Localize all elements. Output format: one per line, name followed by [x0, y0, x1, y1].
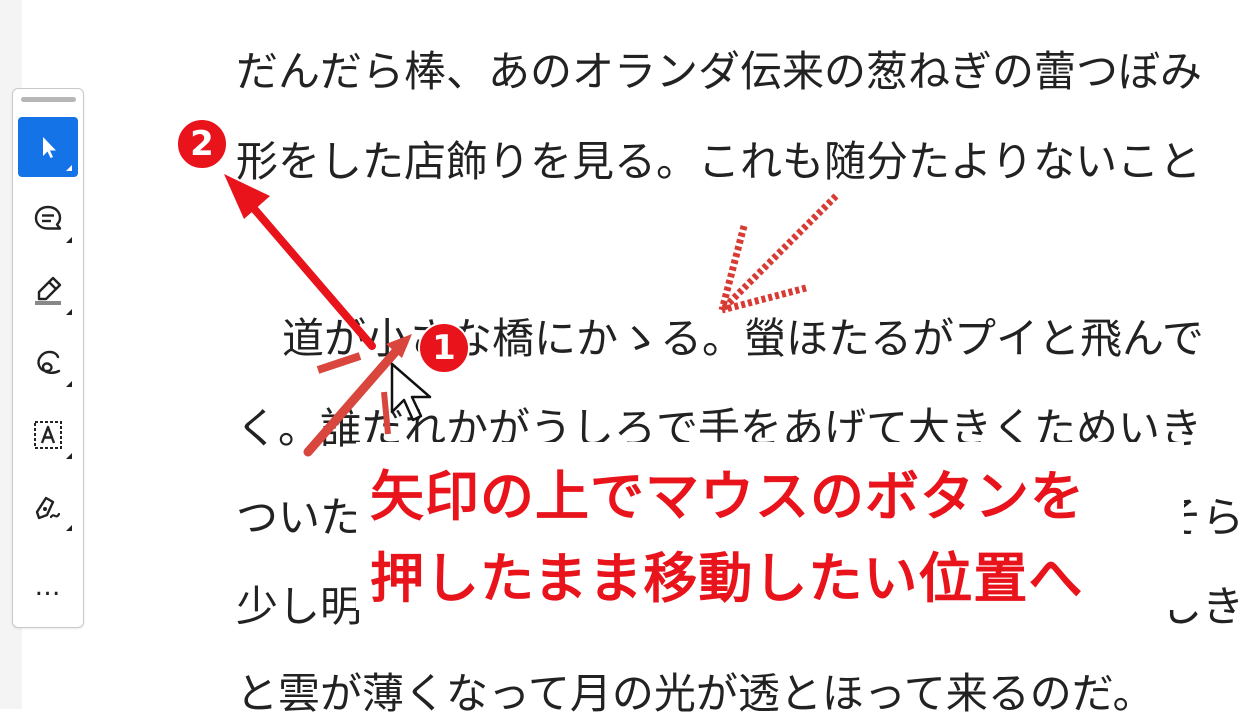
signature-pen-icon — [35, 496, 61, 520]
toolbar-drag-handle[interactable] — [21, 97, 76, 102]
floating-toolbar: … — [12, 88, 84, 628]
draw-tool-button[interactable] — [18, 333, 78, 393]
document-line-6-start: 少し明 — [236, 582, 363, 631]
callout-line-1: 矢印の上でマウスのボタンを — [370, 465, 1085, 528]
comment-bubble-icon — [34, 205, 62, 230]
freehand-draw-icon — [37, 350, 61, 374]
text-tool-button[interactable] — [18, 405, 78, 465]
document-line-7: と雲が薄くなって月の光が透とほって来るのだ。 — [236, 669, 1155, 718]
step-badge-1: 1 — [418, 322, 470, 374]
select-tool-button[interactable] — [18, 117, 78, 177]
document-line-5-start: ついた — [236, 493, 363, 542]
instruction-callout: 矢印の上でマウスのボタンを 押したまま移動したい位置へ — [356, 442, 1184, 610]
dashed-indicator-line — [719, 193, 839, 313]
cursor-arrow-icon — [43, 137, 56, 158]
sign-tool-button[interactable] — [18, 477, 78, 537]
dashed-indicator-line — [718, 225, 748, 311]
text-box-icon — [34, 421, 62, 449]
step-badge-2: 2 — [176, 118, 228, 170]
comment-tool-button[interactable] — [18, 189, 78, 249]
document-line-1: だんだら棒、あのオランダ伝来の葱ねぎの蕾つぼみ — [236, 47, 1203, 96]
highlighter-pen-icon — [35, 276, 62, 305]
more-tools-button[interactable]: … — [18, 557, 78, 617]
document-line-2: 形をした店飾りを見る。これも随分たよりないこと — [236, 137, 1202, 186]
highlight-tool-button[interactable] — [18, 261, 78, 321]
callout-line-2: 押したまま移動したい位置へ — [370, 547, 1084, 610]
